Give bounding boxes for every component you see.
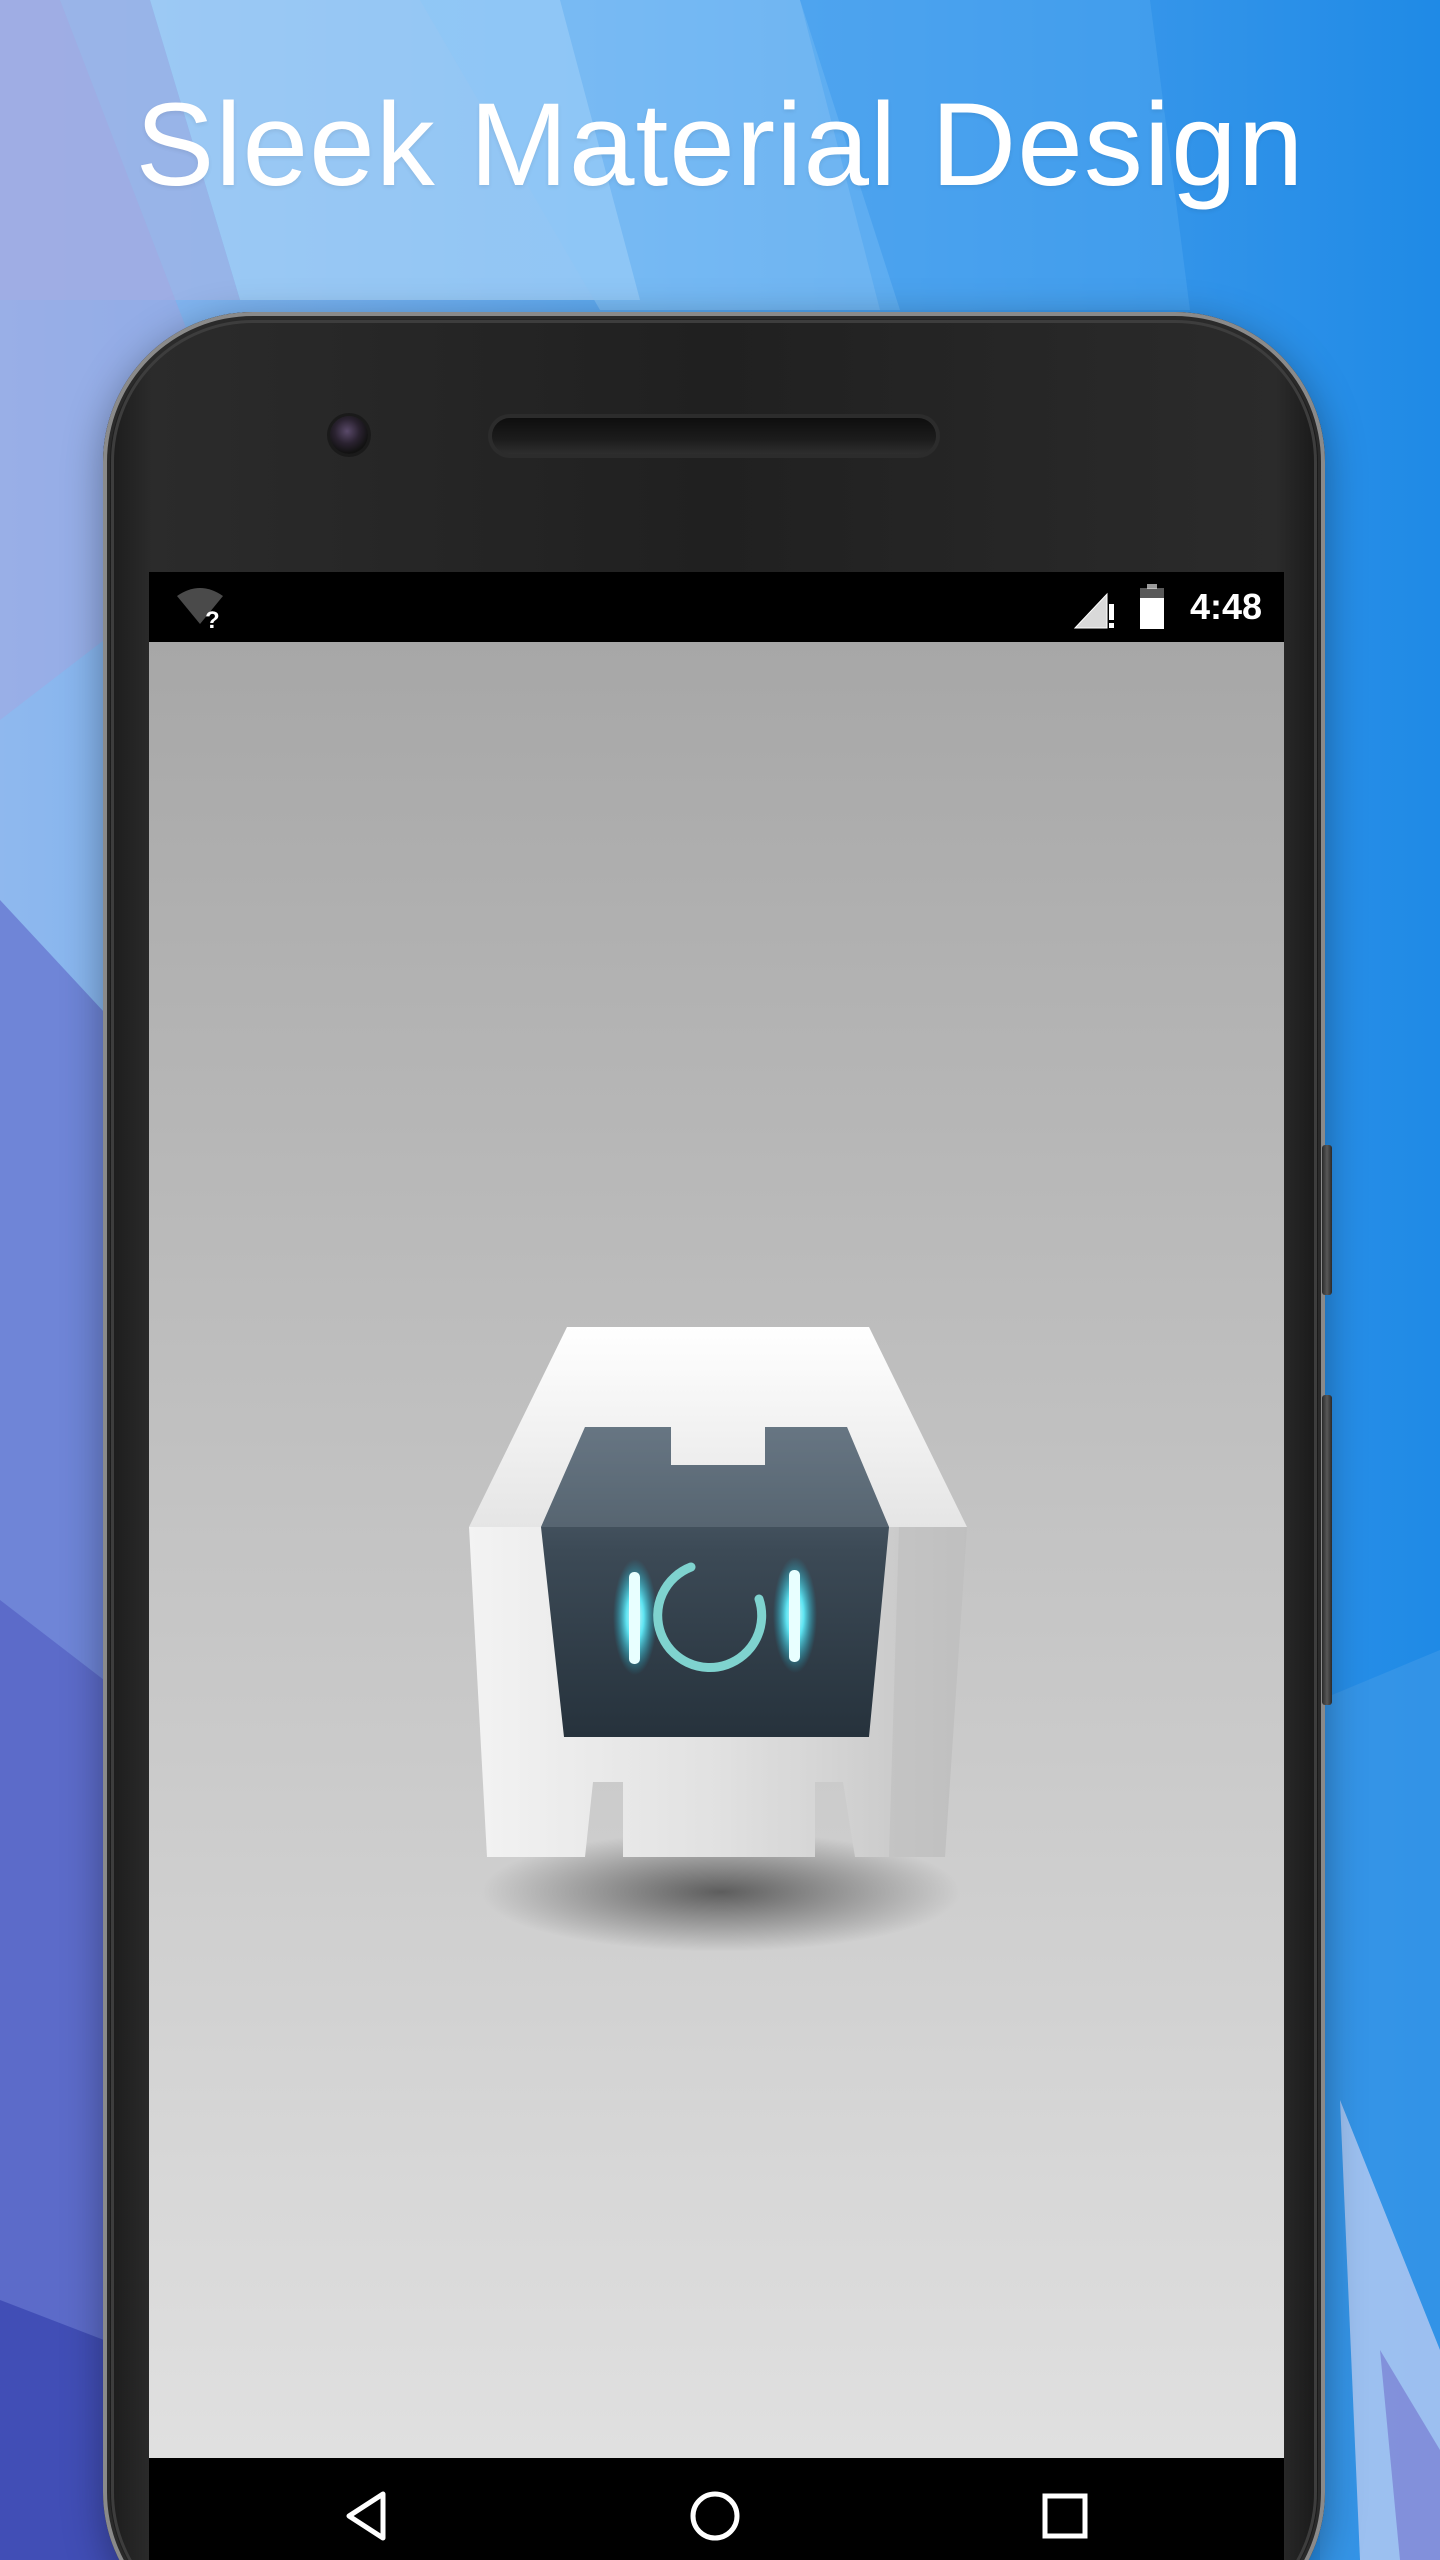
phone-screen: ? 4:48: [149, 572, 1284, 2560]
home-icon[interactable]: [685, 2486, 745, 2546]
front-camera: [330, 416, 368, 454]
earpiece-speaker: [492, 418, 936, 454]
back-icon[interactable]: [339, 2486, 399, 2546]
headline: Sleek Material Design: [135, 79, 1305, 211]
signal-icon: [1073, 592, 1114, 629]
navigation-bar: [149, 2458, 1284, 2560]
status-bar: ? 4:48: [149, 572, 1284, 642]
app-splash-screen: [149, 642, 1284, 2458]
battery-icon: [1140, 584, 1164, 629]
wifi-unknown-icon: ?: [177, 588, 223, 630]
power-button: [1322, 1145, 1332, 1295]
svg-text:?: ?: [205, 607, 220, 630]
recents-icon[interactable]: [1035, 2486, 1095, 2546]
cordova-logo-icon: [469, 1327, 967, 1952]
volume-button: [1322, 1395, 1332, 1705]
status-time: 4:48: [1189, 586, 1262, 627]
